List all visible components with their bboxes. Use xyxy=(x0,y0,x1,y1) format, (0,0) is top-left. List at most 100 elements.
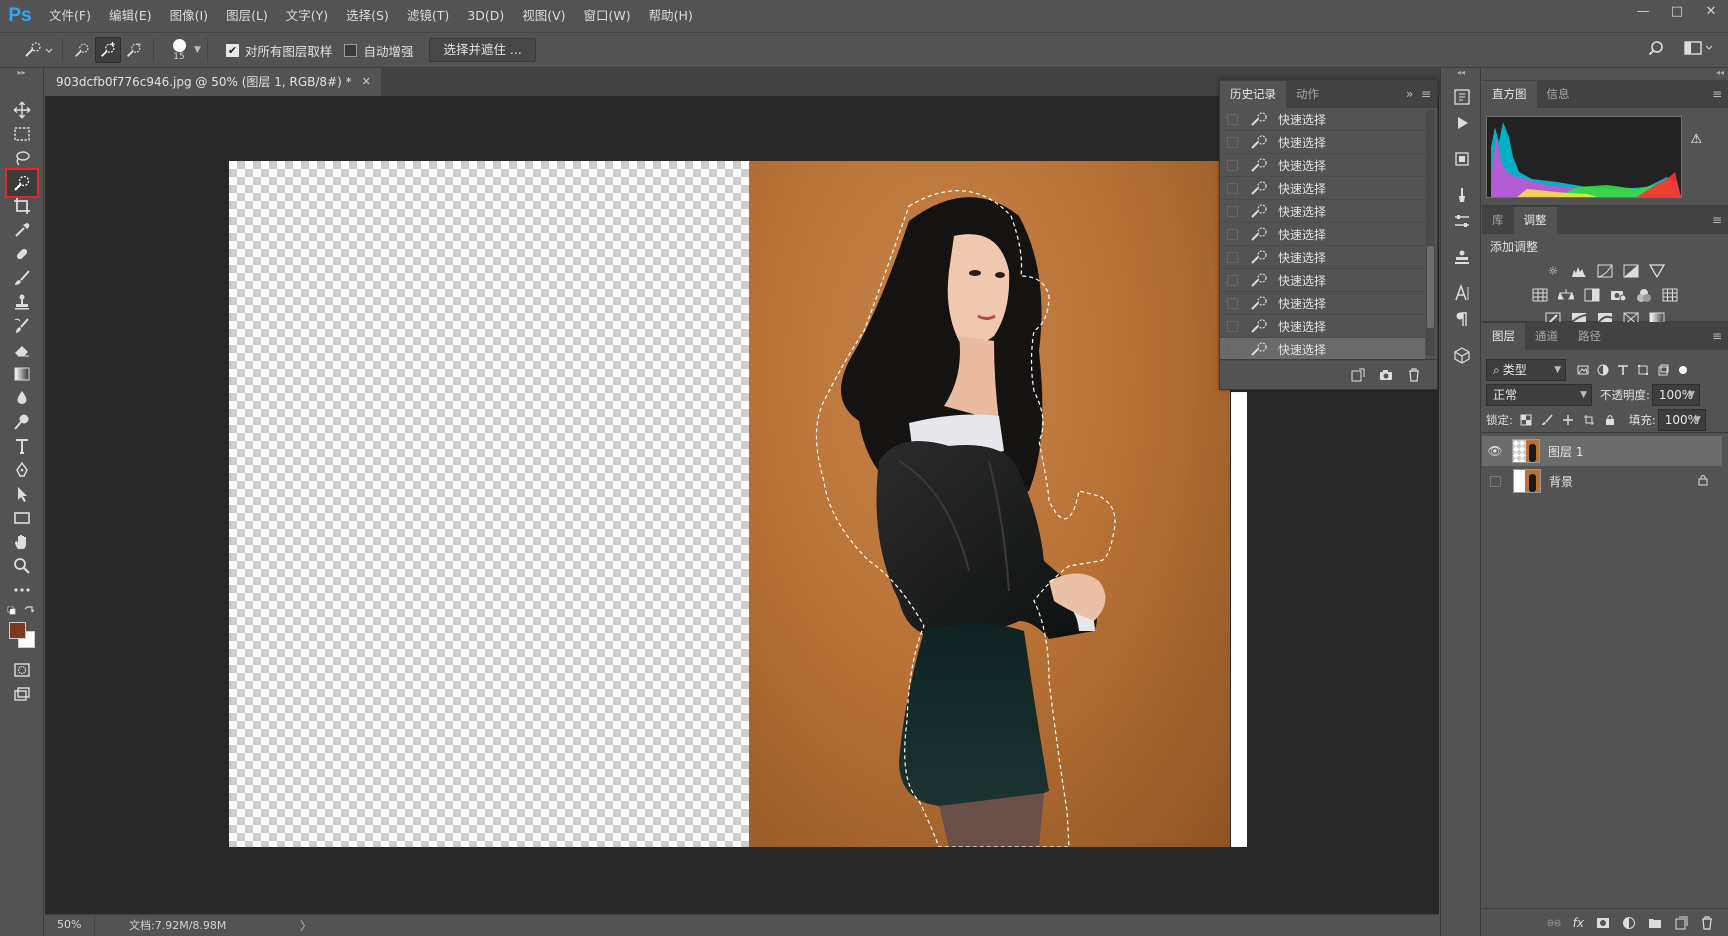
crop-tool[interactable] xyxy=(8,194,36,218)
levels-icon[interactable] xyxy=(1570,262,1588,280)
swap-colors-control[interactable] xyxy=(7,604,37,618)
tab-histogram[interactable]: 直方图 xyxy=(1482,81,1537,108)
panel-menu-icon[interactable]: » ≡ xyxy=(1406,87,1431,101)
clone-source-icon[interactable] xyxy=(1451,246,1473,268)
new-document-from-state-icon[interactable] xyxy=(1351,368,1365,382)
auto-enhance-checkbox[interactable]: 自动增强 xyxy=(344,41,413,60)
tab-history[interactable]: 历史记录 xyxy=(1220,81,1286,108)
marquee-tool[interactable] xyxy=(8,122,36,146)
visibility-toggle-off[interactable] xyxy=(1490,475,1501,487)
character-panel-icon[interactable] xyxy=(1451,282,1473,304)
history-snapshot-checkbox[interactable] xyxy=(1227,159,1238,171)
subtract-from-selection-button[interactable] xyxy=(121,37,147,63)
foreground-color-swatch[interactable] xyxy=(9,622,26,639)
menu-type[interactable]: 文字(Y) xyxy=(277,0,337,32)
select-and-mask-button[interactable]: 选择并遮住 ... xyxy=(429,38,536,62)
panel-menu-icon[interactable]: ≡ xyxy=(1712,213,1722,227)
vibrance-icon[interactable] xyxy=(1648,262,1666,280)
tab-layers[interactable]: 图层 xyxy=(1482,323,1525,350)
checkbox-unchecked[interactable] xyxy=(344,43,358,57)
menu-filter[interactable]: 滤镜(T) xyxy=(398,0,458,32)
path-selection-tool[interactable] xyxy=(8,482,36,506)
dodge-tool[interactable] xyxy=(8,410,36,434)
hand-tool[interactable] xyxy=(8,530,36,554)
restore-button[interactable]: □ xyxy=(1660,0,1694,22)
delete-layer-icon[interactable] xyxy=(1700,915,1714,930)
filter-type-icon[interactable] xyxy=(1616,363,1630,377)
exposure-icon[interactable] xyxy=(1622,262,1640,280)
brush-settings-icon[interactable] xyxy=(1451,184,1473,206)
history-snapshot-checkbox[interactable] xyxy=(1227,251,1238,263)
quick-mask-button[interactable] xyxy=(8,658,36,682)
type-tool[interactable] xyxy=(8,434,36,458)
chevron-down-icon[interactable]: ▼ xyxy=(194,45,201,55)
lock-pixels-icon[interactable] xyxy=(1540,413,1554,427)
eyedropper-tool[interactable] xyxy=(8,218,36,242)
history-snapshot-checkbox[interactable] xyxy=(1227,343,1238,355)
menu-layer[interactable]: 图层(L) xyxy=(217,0,277,32)
photo-filter-icon[interactable] xyxy=(1609,286,1627,304)
menu-edit[interactable]: 编辑(E) xyxy=(100,0,161,32)
color-swatches[interactable] xyxy=(9,622,37,650)
fill-input[interactable]: 100% ▼ xyxy=(1657,408,1706,431)
history-snapshot-checkbox[interactable] xyxy=(1227,182,1238,194)
brightness-icon[interactable]: ☼ xyxy=(1544,262,1562,280)
new-selection-button[interactable] xyxy=(69,37,95,63)
tab-channels[interactable]: 通道 xyxy=(1525,323,1568,350)
layer-name[interactable]: 背景 xyxy=(1549,473,1573,490)
brush-tool[interactable] xyxy=(8,266,36,290)
lock-artboard-icon[interactable] xyxy=(1582,413,1596,427)
add-to-selection-button[interactable] xyxy=(95,37,121,63)
status-menu-arrow[interactable]: 〉 xyxy=(300,917,312,934)
menu-image[interactable]: 图像(I) xyxy=(161,0,217,32)
history-snapshot-checkbox[interactable] xyxy=(1227,136,1238,148)
filter-adjustment-icon[interactable] xyxy=(1596,363,1610,377)
history-snapshot-checkbox[interactable] xyxy=(1227,274,1238,286)
history-item[interactable]: 快速选择 xyxy=(1220,269,1425,292)
history-snapshot-checkbox[interactable] xyxy=(1227,113,1238,125)
panel-menu-icon[interactable]: ≡ xyxy=(1712,329,1722,343)
history-item[interactable]: 快速选择 xyxy=(1220,177,1425,200)
menu-file[interactable]: 文件(F) xyxy=(40,0,100,32)
tab-libraries[interactable]: 库 xyxy=(1482,207,1514,234)
blend-mode-select[interactable]: 正常 ▼ xyxy=(1486,383,1592,406)
properties-panel-icon[interactable] xyxy=(1451,148,1473,170)
minimize-button[interactable]: — xyxy=(1626,0,1660,22)
history-brush-tool[interactable] xyxy=(8,314,36,338)
search-icon[interactable] xyxy=(1648,40,1664,56)
layer-name[interactable]: 图层 1 xyxy=(1548,443,1583,460)
zoom-tool[interactable] xyxy=(8,554,36,578)
tab-paths[interactable]: 路径 xyxy=(1568,323,1611,350)
warning-icon[interactable]: ⚠ xyxy=(1690,132,1702,147)
close-window-button[interactable]: ✕ xyxy=(1694,0,1728,22)
close-icon[interactable]: ✕ xyxy=(362,68,371,96)
filter-smart-object-icon[interactable] xyxy=(1656,363,1670,377)
healing-brush-tool[interactable] xyxy=(8,242,36,266)
menu-window[interactable]: 窗口(W) xyxy=(575,0,640,32)
menu-view[interactable]: 视图(V) xyxy=(513,0,574,32)
history-item[interactable]: 快速选择 xyxy=(1220,246,1425,269)
sliders-icon[interactable] xyxy=(1451,210,1473,232)
screen-mode-button[interactable] xyxy=(8,682,36,706)
history-item[interactable]: 快速选择 xyxy=(1220,292,1425,315)
history-item[interactable]: 快速选择 xyxy=(1220,131,1425,154)
panel-menu-icon[interactable]: ≡ xyxy=(1712,87,1722,101)
transparent-canvas-region[interactable] xyxy=(229,161,750,847)
lock-position-icon[interactable] xyxy=(1561,413,1575,427)
collapse-panels-icon[interactable]: ◂◂ xyxy=(1716,68,1724,77)
menu-3d[interactable]: 3D(D) xyxy=(458,0,513,32)
history-panel-icon[interactable] xyxy=(1451,86,1473,108)
actions-play-icon[interactable] xyxy=(1451,112,1473,134)
new-layer-icon[interactable] xyxy=(1674,916,1688,930)
opacity-input[interactable]: 100% ▼ xyxy=(1651,383,1700,406)
camera-snapshot-icon[interactable] xyxy=(1379,368,1393,382)
gradient-tool[interactable] xyxy=(8,362,36,386)
lasso-tool[interactable] xyxy=(8,146,36,170)
paragraph-panel-icon[interactable] xyxy=(1451,308,1473,330)
history-snapshot-checkbox[interactable] xyxy=(1227,205,1238,217)
add-mask-icon[interactable] xyxy=(1596,916,1610,930)
adjustment-layer-icon[interactable] xyxy=(1622,916,1636,930)
curves-icon[interactable] xyxy=(1596,262,1614,280)
history-snapshot-checkbox[interactable] xyxy=(1227,320,1238,332)
filter-pixel-icon[interactable] xyxy=(1576,363,1590,377)
